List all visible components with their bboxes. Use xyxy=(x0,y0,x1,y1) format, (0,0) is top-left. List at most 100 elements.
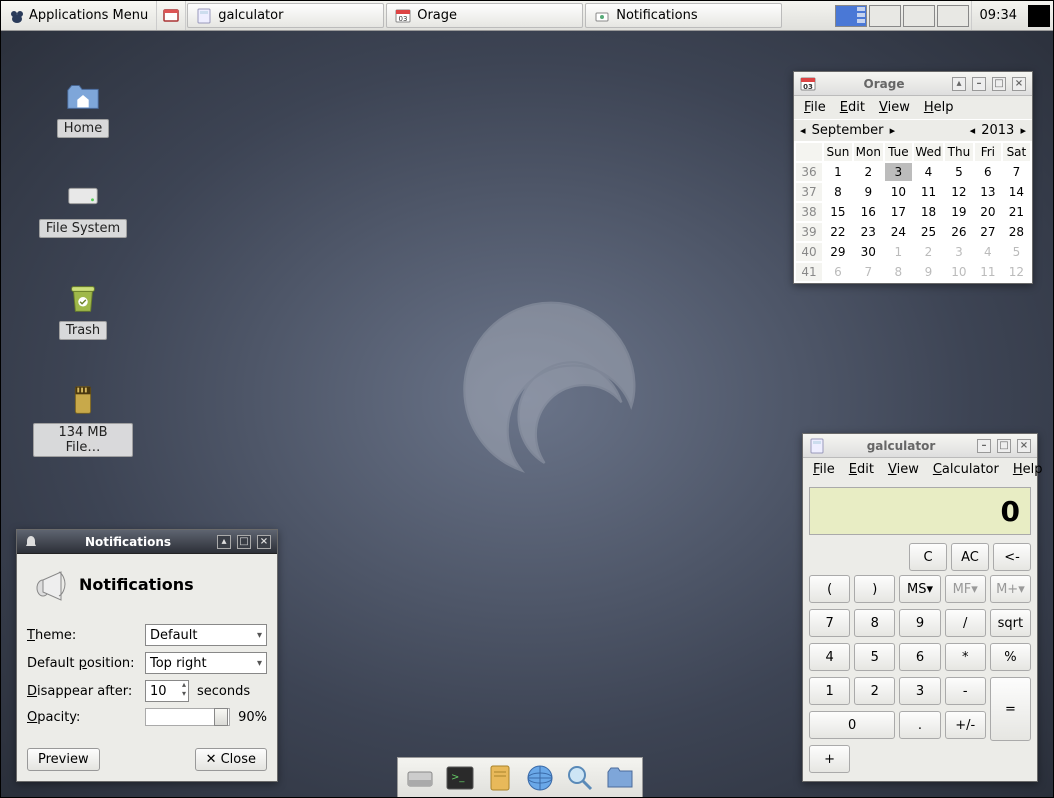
calc-key-eq[interactable]: = xyxy=(990,677,1031,741)
cal-day[interactable]: 6 xyxy=(975,163,1001,181)
window-close-button[interactable]: × xyxy=(257,535,271,549)
cal-day[interactable]: 8 xyxy=(824,183,852,201)
calc-ms-button[interactable]: MS▾ xyxy=(899,575,940,603)
position-select[interactable]: Top right xyxy=(145,652,267,674)
window-maximize-button[interactable]: □ xyxy=(237,535,251,549)
cal-day[interactable]: 27 xyxy=(975,223,1001,241)
menu-file[interactable]: File xyxy=(807,460,841,479)
calc-key-mul[interactable]: * xyxy=(945,643,986,671)
workspace-3[interactable] xyxy=(903,5,935,27)
cal-day[interactable]: 9 xyxy=(914,263,943,281)
cal-day[interactable]: 12 xyxy=(1003,263,1030,281)
cal-day[interactable]: 13 xyxy=(975,183,1001,201)
calc-clear-button[interactable]: C xyxy=(909,543,947,571)
window-shade-button[interactable]: ▴ xyxy=(952,77,966,91)
window-maximize-button[interactable]: □ xyxy=(992,77,1006,91)
workspace-1[interactable] xyxy=(835,5,867,27)
cal-day[interactable]: 8 xyxy=(885,263,912,281)
orage-titlebar[interactable]: 03 Orage ▴ – □ × xyxy=(794,72,1032,96)
calc-key-9[interactable]: 9 xyxy=(899,609,940,637)
cal-day[interactable]: 28 xyxy=(1003,223,1030,241)
dock-notes[interactable] xyxy=(484,762,516,794)
calc-key-8[interactable]: 8 xyxy=(854,609,895,637)
cal-day[interactable]: 19 xyxy=(945,203,973,221)
opacity-slider[interactable] xyxy=(145,708,230,726)
calc-key-2[interactable]: 2 xyxy=(854,677,895,705)
cal-day[interactable]: 26 xyxy=(945,223,973,241)
window-minimize-button[interactable]: – xyxy=(972,77,986,91)
cal-day[interactable]: 5 xyxy=(1003,243,1030,261)
cal-day[interactable]: 29 xyxy=(824,243,852,261)
cal-day[interactable]: 10 xyxy=(885,183,912,201)
calc-key-3[interactable]: 3 xyxy=(899,677,940,705)
cal-day[interactable]: 6 xyxy=(824,263,852,281)
applications-menu-button[interactable]: Applications Menu xyxy=(1,1,157,30)
menu-calculator[interactable]: Calculator xyxy=(927,460,1005,479)
calc-key-div[interactable]: / xyxy=(945,609,986,637)
dock-file-manager[interactable] xyxy=(404,762,436,794)
calc-key-add[interactable]: + xyxy=(809,745,850,773)
calc-lparen-button[interactable]: ( xyxy=(809,575,850,603)
calc-key-1[interactable]: 1 xyxy=(809,677,850,705)
preview-button[interactable]: Preview xyxy=(27,748,100,771)
cal-day[interactable]: 18 xyxy=(914,203,943,221)
calc-rparen-button[interactable]: ) xyxy=(854,575,895,603)
cal-day[interactable]: 15 xyxy=(824,203,852,221)
cal-day[interactable]: 24 xyxy=(885,223,912,241)
cal-day[interactable]: 25 xyxy=(914,223,943,241)
window-maximize-button[interactable]: □ xyxy=(997,439,1011,453)
calc-allclear-button[interactable]: AC xyxy=(951,543,989,571)
cal-day[interactable]: 12 xyxy=(945,183,973,201)
next-month-button[interactable]: ▸ xyxy=(888,124,898,137)
desktop-icon-filesystem[interactable]: File System xyxy=(33,177,133,238)
menu-edit[interactable]: Edit xyxy=(843,460,880,479)
notifications-titlebar[interactable]: Notifications ▴ □ × xyxy=(17,530,277,554)
cal-day[interactable]: 10 xyxy=(945,263,973,281)
menu-view[interactable]: View xyxy=(882,460,925,479)
calc-key-4[interactable]: 4 xyxy=(809,643,850,671)
show-desktop-button[interactable] xyxy=(157,1,186,30)
calc-key-6[interactable]: 6 xyxy=(899,643,940,671)
menu-file[interactable]: File xyxy=(798,98,832,117)
calc-mf-button[interactable]: MF▾ xyxy=(945,575,986,603)
cal-day[interactable]: 1 xyxy=(824,163,852,181)
galculator-titlebar[interactable]: galculator – □ × xyxy=(803,434,1037,458)
disappear-spinner[interactable]: 10 xyxy=(145,680,189,702)
task-notifications[interactable]: Notifications xyxy=(585,3,782,28)
calc-key-sub[interactable]: - xyxy=(945,677,986,705)
calc-key-pct[interactable]: % xyxy=(990,643,1031,671)
cal-day[interactable]: 17 xyxy=(885,203,912,221)
menu-help[interactable]: Help xyxy=(1007,460,1049,479)
cal-day[interactable]: 5 xyxy=(945,163,973,181)
cal-day[interactable]: 4 xyxy=(975,243,1001,261)
dock-search[interactable] xyxy=(564,762,596,794)
window-close-button[interactable]: × xyxy=(1017,439,1031,453)
cal-day[interactable]: 3 xyxy=(945,243,973,261)
calc-key-7[interactable]: 7 xyxy=(809,609,850,637)
workspace-pager[interactable] xyxy=(833,1,971,30)
desktop-icon-trash[interactable]: Trash xyxy=(33,279,133,340)
window-shade-button[interactable]: ▴ xyxy=(217,535,231,549)
cal-day[interactable]: 14 xyxy=(1003,183,1030,201)
workspace-2[interactable] xyxy=(869,5,901,27)
cal-day[interactable]: 4 xyxy=(914,163,943,181)
calc-key-0[interactable]: 0 xyxy=(809,711,895,739)
cal-day[interactable]: 9 xyxy=(854,183,883,201)
dock-folder[interactable] xyxy=(604,762,636,794)
menu-edit[interactable]: Edit xyxy=(834,98,871,117)
workspace-4[interactable] xyxy=(937,5,969,27)
cal-day[interactable]: 2 xyxy=(914,243,943,261)
cal-day[interactable]: 22 xyxy=(824,223,852,241)
calc-key-dot[interactable]: . xyxy=(899,711,940,739)
cal-day[interactable]: 21 xyxy=(1003,203,1030,221)
task-orage[interactable]: 03 Orage xyxy=(386,3,583,28)
cal-day[interactable]: 30 xyxy=(854,243,883,261)
cal-day[interactable]: 11 xyxy=(975,263,1001,281)
cal-day[interactable]: 20 xyxy=(975,203,1001,221)
desktop-icon-home[interactable]: Home xyxy=(33,77,133,138)
cal-day[interactable]: 16 xyxy=(854,203,883,221)
prev-year-button[interactable]: ◂ xyxy=(968,124,978,137)
theme-select[interactable]: Default xyxy=(145,624,267,646)
cal-day[interactable]: 7 xyxy=(854,263,883,281)
calc-key-sign[interactable]: +/- xyxy=(945,711,986,739)
